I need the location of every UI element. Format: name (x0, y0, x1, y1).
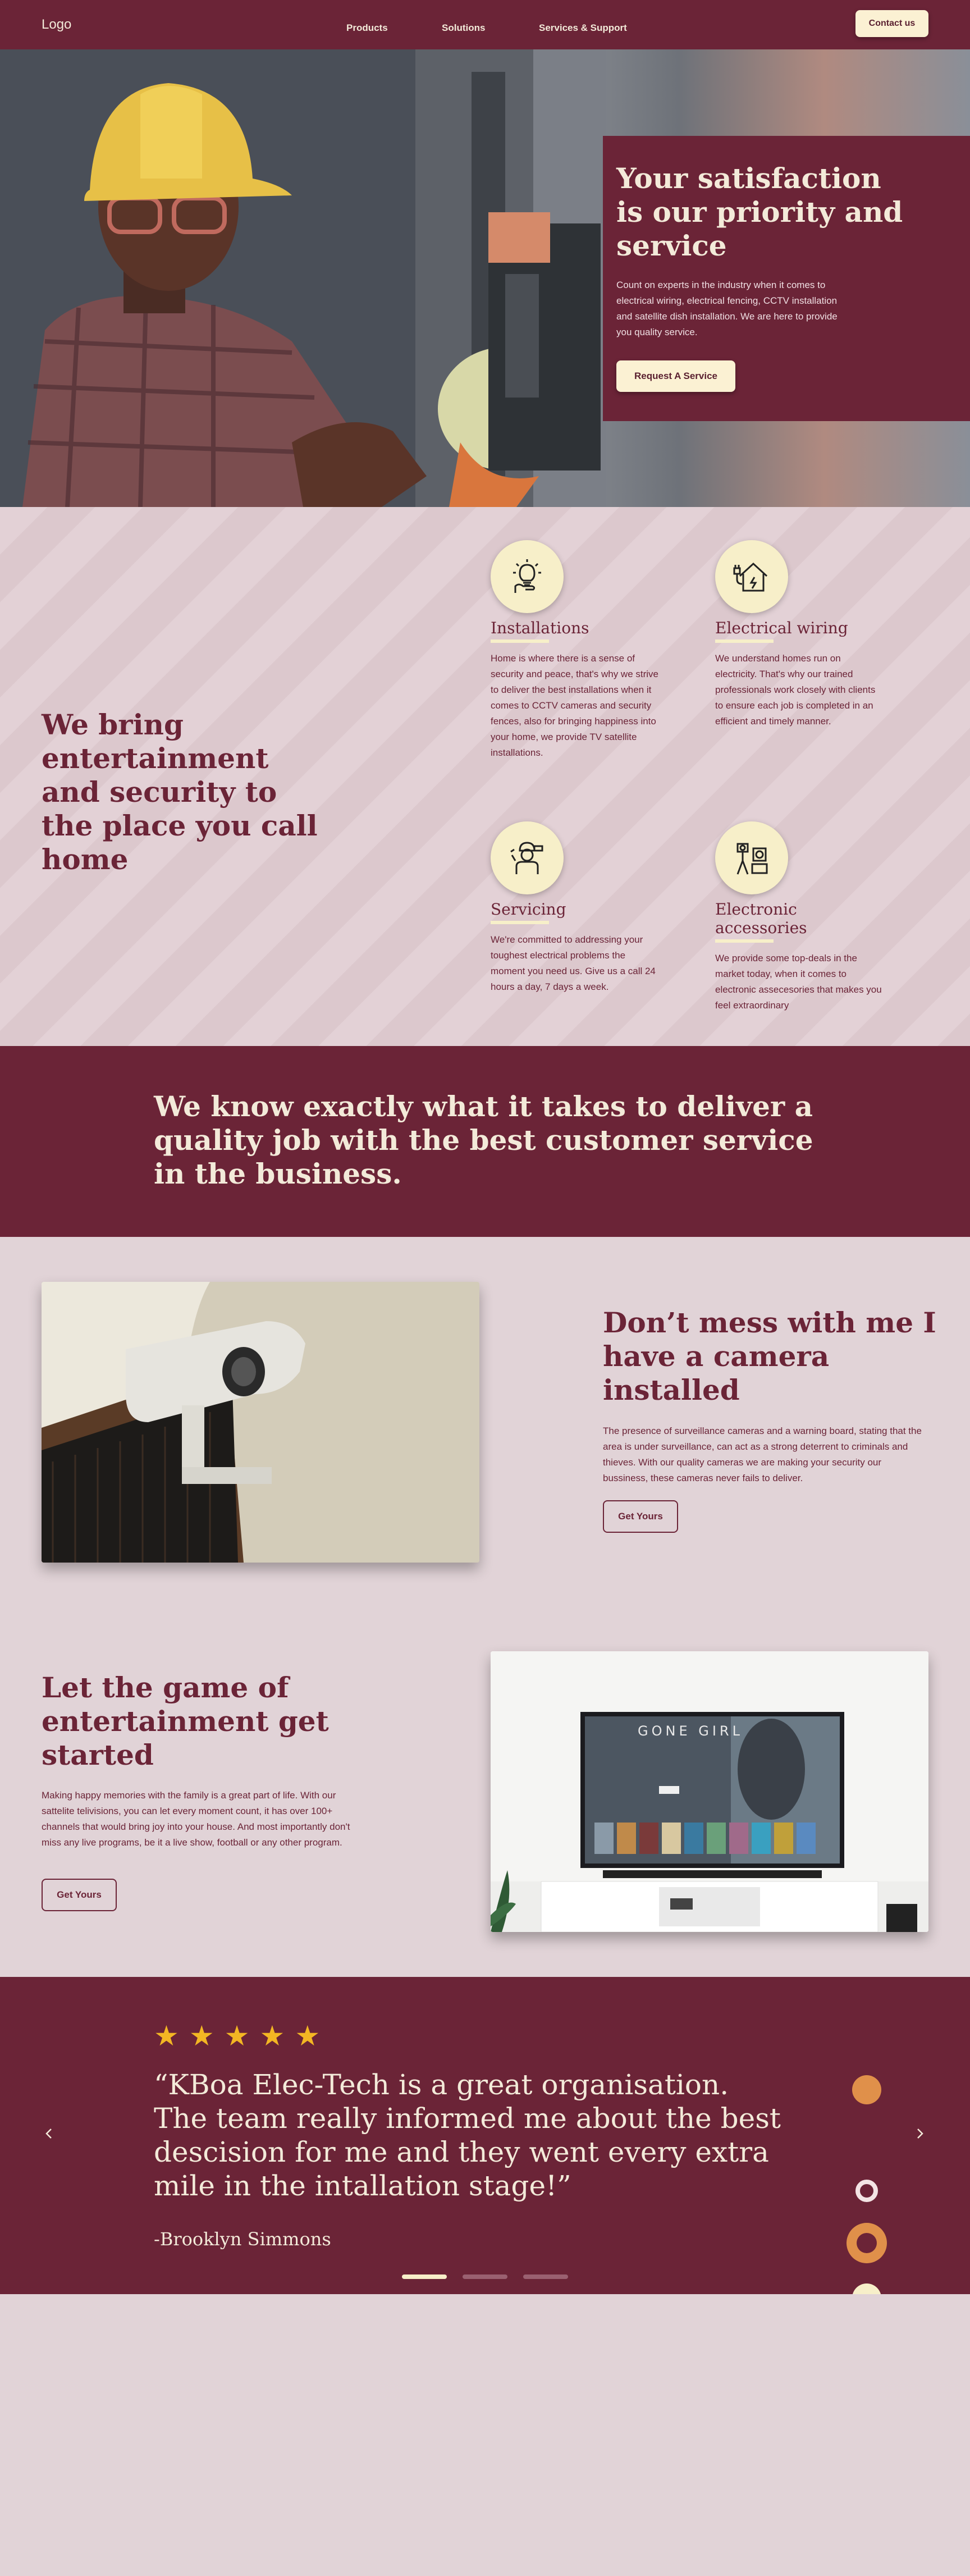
lightbulb-hand-icon (491, 540, 564, 613)
service-card-installations: Installations Home is where there is a s… (491, 540, 659, 761)
hero-section: Your satisfaction is our priority and se… (0, 49, 970, 507)
hero-description: Count on experts in the industry when it… (616, 280, 838, 337)
chevron-right-icon[interactable] (913, 2124, 926, 2145)
service-text: We're committed to addressing your tough… (491, 934, 656, 992)
decorative-circles (847, 2075, 887, 2294)
mission-text: We know exactly what it takes to deliver… (154, 1090, 813, 1190)
logo[interactable]: Logo (42, 17, 71, 33)
tv-image: GONE GIRL (491, 1651, 928, 1932)
entertainment-text: Making happy memories with the family is… (42, 1790, 350, 1848)
service-card-electrical-wiring: Electrical wiring We understand homes ru… (715, 540, 884, 729)
service-underline (491, 640, 549, 643)
testimonial-section: ★ ★ ★ ★ ★ “KBoa Elec-Tech is a great org… (0, 1977, 970, 2294)
services-heading: We bring entertainment and security to t… (42, 708, 318, 876)
star-icon: ★ (224, 2020, 250, 2052)
house-plug-icon (715, 540, 788, 613)
service-text: We provide some top-deals in the market … (715, 953, 882, 1011)
top-navbar: Logo Products Solutions Services & Suppo… (0, 0, 970, 49)
entertainment-heading: Let the game of entertainment get starte… (42, 1671, 329, 1771)
slide-indicator-active[interactable] (402, 2274, 447, 2279)
request-service-button[interactable]: Request A Service (616, 360, 735, 392)
testimonial-author: -Brooklyn Simmons (154, 2228, 331, 2250)
security-camera-image (42, 1282, 479, 1563)
chevron-left-icon[interactable] (43, 2124, 56, 2145)
slide-indicator[interactable] (523, 2274, 568, 2279)
nav-solutions[interactable]: Solutions (442, 22, 485, 34)
hero-title: Your satisfaction is our priority and se… (616, 162, 903, 262)
slide-indicator[interactable] (463, 2274, 507, 2279)
tv-screen-title: GONE GIRL (638, 1723, 743, 1739)
services-section: We bring entertainment and security to t… (0, 507, 970, 1046)
service-underline (715, 939, 774, 943)
get-yours-tv-button[interactable]: Get Yours (42, 1879, 117, 1911)
technician-icon (491, 821, 564, 894)
service-text: We understand homes run on electricity. … (715, 653, 876, 727)
service-title: Installations (491, 619, 589, 637)
service-title: Electrical wiring (715, 619, 848, 637)
service-title: Electronic accessories (715, 900, 807, 937)
nav-products[interactable]: Products (346, 22, 388, 34)
camera-text: The presence of surveillance cameras and… (603, 1426, 922, 1483)
star-icon: ★ (295, 2020, 321, 2052)
mission-banner: We know exactly what it takes to deliver… (0, 1046, 970, 1237)
star-icon: ★ (259, 2020, 285, 2052)
contact-us-button[interactable]: Contact us (855, 10, 928, 37)
service-card-electronic-accessories: Electronic accessories We provide some t… (715, 821, 884, 1013)
hero-electrician-image (0, 49, 606, 507)
accessories-icon (715, 821, 788, 894)
star-icon: ★ (154, 2020, 179, 2052)
star-icon: ★ (189, 2020, 214, 2052)
camera-heading: Don’t mess with me I have a camera insta… (603, 1306, 936, 1406)
get-yours-camera-button[interactable]: Get Yours (603, 1500, 678, 1533)
testimonial-quote: “KBoa Elec-Tech is a great organisation.… (154, 2068, 781, 2202)
nav-services-support[interactable]: Services & Support (539, 22, 627, 34)
service-card-servicing: Servicing We're committed to addressing … (491, 821, 659, 995)
service-underline (491, 921, 549, 924)
service-text: Home is where there is a sense of securi… (491, 653, 658, 758)
hero-card: Your satisfaction is our priority and se… (603, 136, 970, 421)
service-title: Servicing (491, 900, 566, 919)
service-underline (715, 640, 774, 643)
rating-stars: ★ ★ ★ ★ ★ (154, 2022, 320, 2050)
